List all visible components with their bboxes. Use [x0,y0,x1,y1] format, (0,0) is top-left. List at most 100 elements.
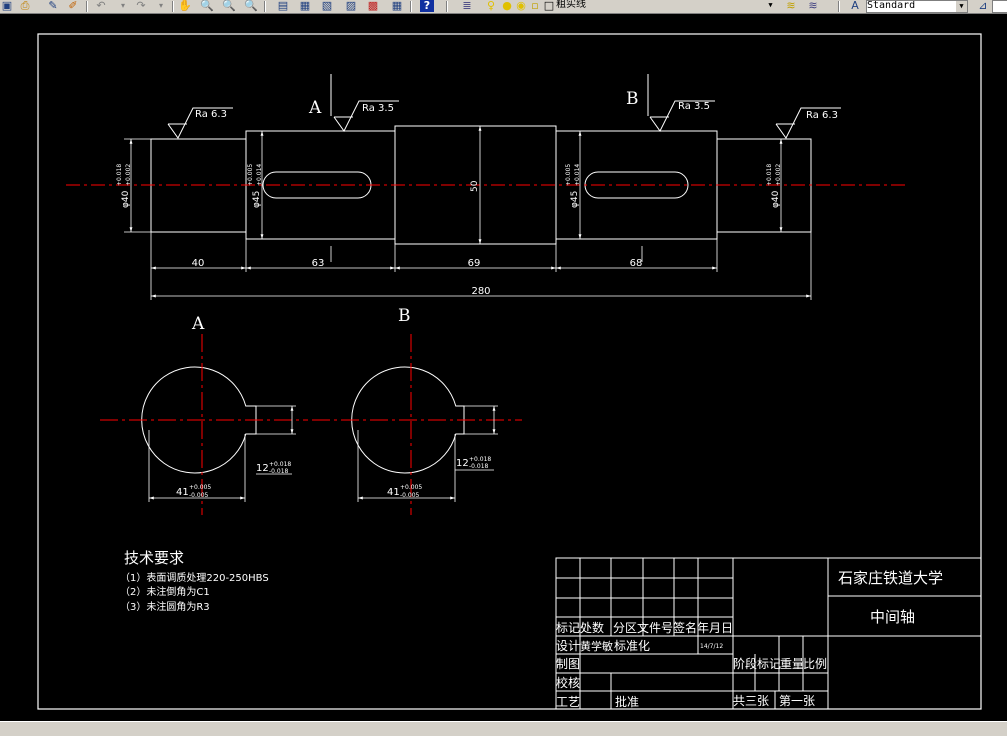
tb-hdr-zone: 分区 [613,621,637,635]
tb-hdr-mark: 标记 [556,621,580,635]
print-icon[interactable]: ⎙ [18,0,32,12]
ra-right-text: Ra 6.3 [806,110,838,121]
toolbar-separator [410,1,412,12]
zoom-window-icon[interactable]: 🔍 [222,0,236,12]
dim-b-width-tol-low: -0.005 [400,492,420,499]
part-name: 中间轴 [870,608,915,626]
sheet-set-icon[interactable]: ▨ [344,0,358,12]
layer-combo[interactable]: 粗实线 ▼ [556,0,776,11]
drawing-svg: φ40 +0.018 +0.002 φ45 +0.005 +0.014 50 φ… [37,33,982,710]
tb-hdr-date: 年月日 [697,621,733,635]
dim-style-icon[interactable]: ⊿ [976,0,990,12]
dim-a-width: 41 [176,487,189,498]
save-icon[interactable]: ▣ [0,0,14,12]
dim-d2-tol-up: +0.005 [247,164,254,186]
text-style-name: Standard [867,0,916,11]
dim-a-width-tol-low: -0.005 [189,492,209,499]
dim-d4-tol-low: +0.014 [574,164,581,186]
section-view-b: 41 +0.005 -0.005 12 +0.018 -0.018 [312,334,522,515]
toolbar-separator [172,1,174,12]
dim-b-width: 41 [387,487,400,498]
zoom-realtime-icon[interactable]: 🔍 [200,0,214,12]
toolbar-separator [264,1,266,12]
calculator-icon[interactable]: ▦ [390,0,404,12]
color-icon[interactable]: □ [542,0,556,12]
tb-hdr-sign: 签名 [673,620,697,635]
roughness-symbols [167,74,841,139]
layer-manager-icon[interactable]: ≣ [460,0,474,12]
tech-req-title: 技术要求 [124,549,184,567]
markup-icon[interactable]: ▩ [366,0,380,12]
tb-stage-mark: 阶段标记 [733,656,781,671]
dim-d3: 50 [470,180,480,192]
command-line[interactable] [0,721,1007,736]
dim-l4: 68 [630,258,643,269]
tb-weight: 重量 [780,657,804,671]
dim-style-combo[interactable] [992,0,1007,13]
tb-hdr-docno: 文件号 [637,620,673,635]
bulb-icon[interactable]: ♀ [484,0,498,12]
dim-d2: φ45 [252,191,262,208]
tb-standardize: 标准化 [614,639,650,653]
redo-dropdown-icon[interactable]: ▾ [154,0,168,12]
drawing-canvas[interactable]: φ40 +0.018 +0.002 φ45 +0.005 +0.014 50 φ… [0,14,1007,721]
help-icon[interactable]: ? [420,0,434,12]
dim-b-key: 12 [456,458,469,469]
tb-drawn-label: 制图 [556,657,580,671]
brush-icon[interactable]: ✐ [66,0,80,12]
ra-a-text: Ra 3.5 [362,103,394,114]
tb-process-label: 工艺 [556,695,580,709]
layer-previous-icon[interactable]: ≋ [784,0,798,12]
tool-palette-icon[interactable]: ▧ [320,0,334,12]
undo-icon[interactable]: ↶ [94,0,108,12]
dim-b-width-tol-up: +0.005 [400,484,422,491]
layer-states-icon[interactable]: ≋ [806,0,820,12]
text-style-combo[interactable]: Standard ▼ [866,0,968,13]
dim-d5: φ40 [771,190,781,208]
ra-left-text: Ra 6.3 [195,109,227,120]
dim-l2: 63 [312,258,325,269]
dim-a-key-tol-up: +0.018 [269,461,291,468]
pan-icon[interactable]: ✋ [178,0,192,12]
sun-icon[interactable]: ● [500,0,514,12]
undo-dropdown-icon[interactable]: ▾ [116,0,130,12]
section-mark-b: B [626,89,639,109]
properties-icon[interactable]: ▤ [276,0,290,12]
chevron-down-icon[interactable]: ▼ [765,0,776,11]
toolbar-separator [86,1,88,12]
tb-design-date: 14/7/12 [700,643,723,650]
tb-sheet-no: 第一张 [779,694,815,708]
tech-req-item-3: （3）未注圆角为R3 [120,600,210,613]
section-mark-a: A [308,98,322,118]
dim-b-key-tol-up: +0.018 [469,456,491,463]
dim-b-key-tol-low: -0.018 [469,463,489,470]
freeze-icon[interactable]: ◉ [514,0,528,12]
layer-name: 粗实线 [556,0,586,10]
design-center-icon[interactable]: ▦ [298,0,312,12]
section-view-a: 41 +0.005 -0.005 12 +0.018 -0.018 [100,334,308,515]
dim-a-key-tol-low: -0.018 [269,468,289,475]
zoom-previous-icon[interactable]: 🔍 [244,0,258,12]
section-view-b-title: B [398,306,411,326]
dim-d4-tol-up: +0.005 [565,164,572,186]
tb-scale: 比例 [803,657,827,671]
dim-d1: φ40 [121,190,131,208]
dim-d5-tol-up: +0.018 [766,164,773,186]
tech-requirements: 技术要求 （1）表面调质处理220-250HBS （2）未注倒角为C1 （3）未… [120,549,269,613]
redo-icon[interactable]: ↷ [134,0,148,12]
tb-check-label: 校核 [556,675,580,690]
chevron-down-icon[interactable]: ▼ [956,1,967,12]
tb-hdr-count: 处数 [580,620,604,635]
dim-total: 280 [471,286,490,297]
lock-icon[interactable]: ▫ [528,0,542,12]
text-style-icon[interactable]: A [848,0,862,12]
toolbar-separator [838,1,840,12]
dim-d4: φ45 [570,191,580,208]
pen-icon[interactable]: ✎ [46,0,60,12]
school-name: 石家庄铁道大学 [838,569,943,587]
section-view-a-title: A [191,314,205,334]
tech-req-item-2: （2）未注倒角为C1 [120,585,210,598]
tech-req-item-1: （1）表面调质处理220-250HBS [120,571,269,584]
dim-l3: 69 [468,258,481,269]
dim-a-key: 12 [256,463,269,474]
